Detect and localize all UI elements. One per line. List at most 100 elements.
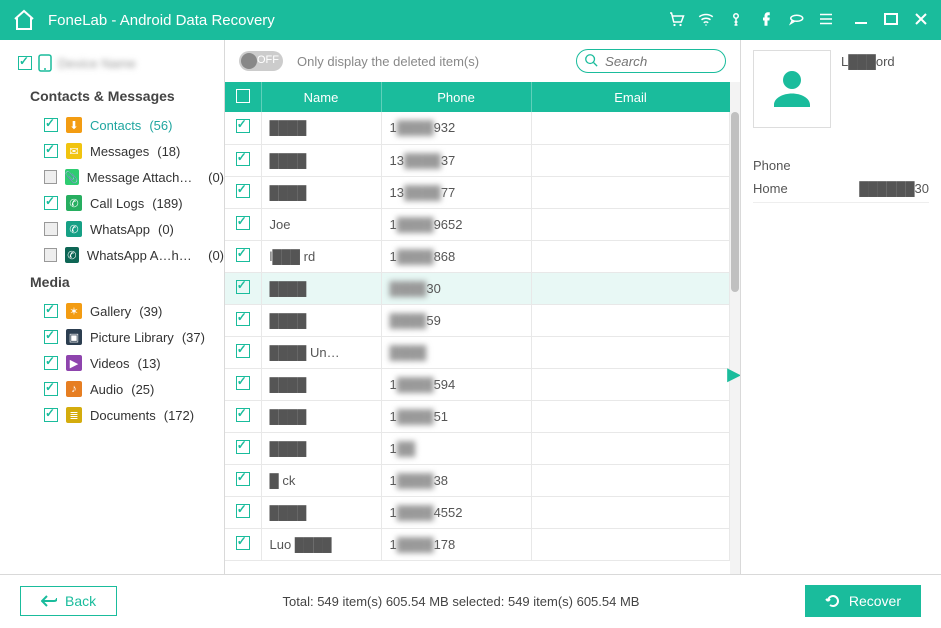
category-icon: ♪: [66, 381, 82, 397]
table-row[interactable]: ████1████932: [225, 112, 730, 144]
sidebar-item-whatsapp[interactable]: ✆WhatsApp (0): [0, 216, 224, 242]
table-row[interactable]: ████13████77: [225, 176, 730, 208]
table-row[interactable]: ████13████37: [225, 144, 730, 176]
sidebar-item-messages[interactable]: ✉Messages (18): [0, 138, 224, 164]
row-checkbox[interactable]: [236, 504, 250, 518]
facebook-icon[interactable]: [757, 10, 775, 31]
checkbox[interactable]: [44, 330, 58, 344]
key-icon[interactable]: [727, 10, 745, 31]
sidebar-item-count: (189): [152, 196, 182, 211]
cell-email: [531, 112, 730, 144]
menu-icon[interactable]: [817, 10, 835, 31]
cell-email: [531, 240, 730, 272]
sidebar-item-call-logs[interactable]: ✆Call Logs (189): [0, 190, 224, 216]
sidebar-item-picture-library[interactable]: ▣Picture Library (37): [0, 324, 224, 350]
row-checkbox[interactable]: [236, 312, 250, 326]
row-checkbox[interactable]: [236, 376, 250, 390]
header-name[interactable]: Name: [261, 82, 381, 112]
close-icon[interactable]: [913, 11, 929, 30]
app-title: FoneLab - Android Data Recovery: [48, 12, 667, 29]
cell-phone: 13████77: [381, 176, 531, 208]
table-row[interactable]: ████████30: [225, 272, 730, 304]
table-row[interactable]: l███ rd1████868: [225, 240, 730, 272]
row-checkbox[interactable]: [236, 248, 250, 262]
row-checkbox[interactable]: [236, 408, 250, 422]
cell-phone: 1████51: [381, 400, 531, 432]
cell-name: ████: [261, 432, 381, 464]
search-input[interactable]: [576, 49, 726, 73]
cell-name: ████: [261, 304, 381, 336]
table-wrap: Name Phone Email ████1████932████13████3…: [225, 82, 740, 574]
sidebar-item-audio[interactable]: ♪Audio (25): [0, 376, 224, 402]
cell-email: [531, 336, 730, 368]
sidebar-item-label: Videos: [90, 356, 130, 371]
row-checkbox[interactable]: [236, 536, 250, 550]
sidebar-item-count: (0): [158, 222, 174, 237]
category-header-media: Media: [0, 268, 224, 298]
expand-detail-arrow[interactable]: ▶: [727, 364, 740, 385]
scrollbar[interactable]: [730, 82, 740, 574]
category-icon: ✶: [66, 303, 82, 319]
table-row[interactable]: ████1████594: [225, 368, 730, 400]
row-checkbox[interactable]: [236, 119, 250, 133]
checkbox[interactable]: [44, 170, 57, 184]
checkbox[interactable]: [44, 356, 58, 370]
checkbox[interactable]: [44, 222, 58, 236]
checkbox[interactable]: [44, 382, 58, 396]
table-row[interactable]: ████1████51: [225, 400, 730, 432]
sidebar-item-message-attachments[interactable]: 📎Message Attachments (0): [0, 164, 224, 190]
checkbox[interactable]: [44, 248, 57, 262]
sidebar-item-contacts[interactable]: ⬇Contacts (56): [0, 112, 224, 138]
header-phone[interactable]: Phone: [381, 82, 531, 112]
device-checkbox[interactable]: [18, 56, 32, 70]
row-checkbox[interactable]: [236, 440, 250, 454]
home-icon[interactable]: [12, 8, 36, 32]
titlebar-icons: [667, 10, 835, 31]
checkbox[interactable]: [44, 408, 58, 422]
deleted-only-toggle[interactable]: OFF: [239, 51, 283, 71]
table-row[interactable]: ████████59: [225, 304, 730, 336]
checkbox[interactable]: [44, 196, 58, 210]
table-row[interactable]: ████1████4552: [225, 496, 730, 528]
checkbox[interactable]: [44, 144, 58, 158]
sidebar-item-documents[interactable]: ≣Documents (172): [0, 402, 224, 428]
table-scroll[interactable]: Name Phone Email ████1████932████13████3…: [225, 82, 730, 574]
row-checkbox[interactable]: [236, 152, 250, 166]
cart-icon[interactable]: [667, 10, 685, 31]
titlebar: FoneLab - Android Data Recovery: [0, 0, 941, 40]
row-checkbox[interactable]: [236, 216, 250, 230]
header-checkbox[interactable]: [225, 82, 261, 112]
table-row[interactable]: ████1██: [225, 432, 730, 464]
maximize-icon[interactable]: [883, 11, 899, 30]
sidebar-item-gallery[interactable]: ✶Gallery (39): [0, 298, 224, 324]
feedback-icon[interactable]: [787, 10, 805, 31]
row-checkbox[interactable]: [236, 472, 250, 486]
row-checkbox[interactable]: [236, 344, 250, 358]
table-row[interactable]: ████ Un…████: [225, 336, 730, 368]
table-row[interactable]: Joe1████9652: [225, 208, 730, 240]
avatar: [753, 50, 831, 128]
cell-name: ████: [261, 272, 381, 304]
row-checkbox[interactable]: [236, 184, 250, 198]
checkbox[interactable]: [44, 304, 58, 318]
back-button[interactable]: Back: [20, 586, 117, 616]
device-row[interactable]: Device Name: [0, 50, 224, 82]
table-row[interactable]: Luo ████1████178: [225, 528, 730, 560]
header-email[interactable]: Email: [531, 82, 730, 112]
wifi-icon[interactable]: [697, 10, 715, 31]
cell-name: Luo ████: [261, 528, 381, 560]
cell-email: [531, 464, 730, 496]
minimize-icon[interactable]: [853, 11, 869, 30]
category-header-contacts: Contacts & Messages: [0, 82, 224, 112]
recover-button[interactable]: Recover: [805, 585, 921, 617]
sidebar-item-videos[interactable]: ▶Videos (13): [0, 350, 224, 376]
cell-name: ████: [261, 496, 381, 528]
table-row[interactable]: █ ck1████38: [225, 464, 730, 496]
row-checkbox[interactable]: [236, 280, 250, 294]
checkbox[interactable]: [44, 118, 58, 132]
detail-phone-value: ██████30: [859, 181, 929, 196]
sidebar-item-count: (18): [157, 144, 180, 159]
sidebar-item-whatsapp-a-hments[interactable]: ✆WhatsApp A…hments (0): [0, 242, 224, 268]
sidebar-item-count: (39): [139, 304, 162, 319]
scrollbar-thumb[interactable]: [731, 112, 739, 292]
